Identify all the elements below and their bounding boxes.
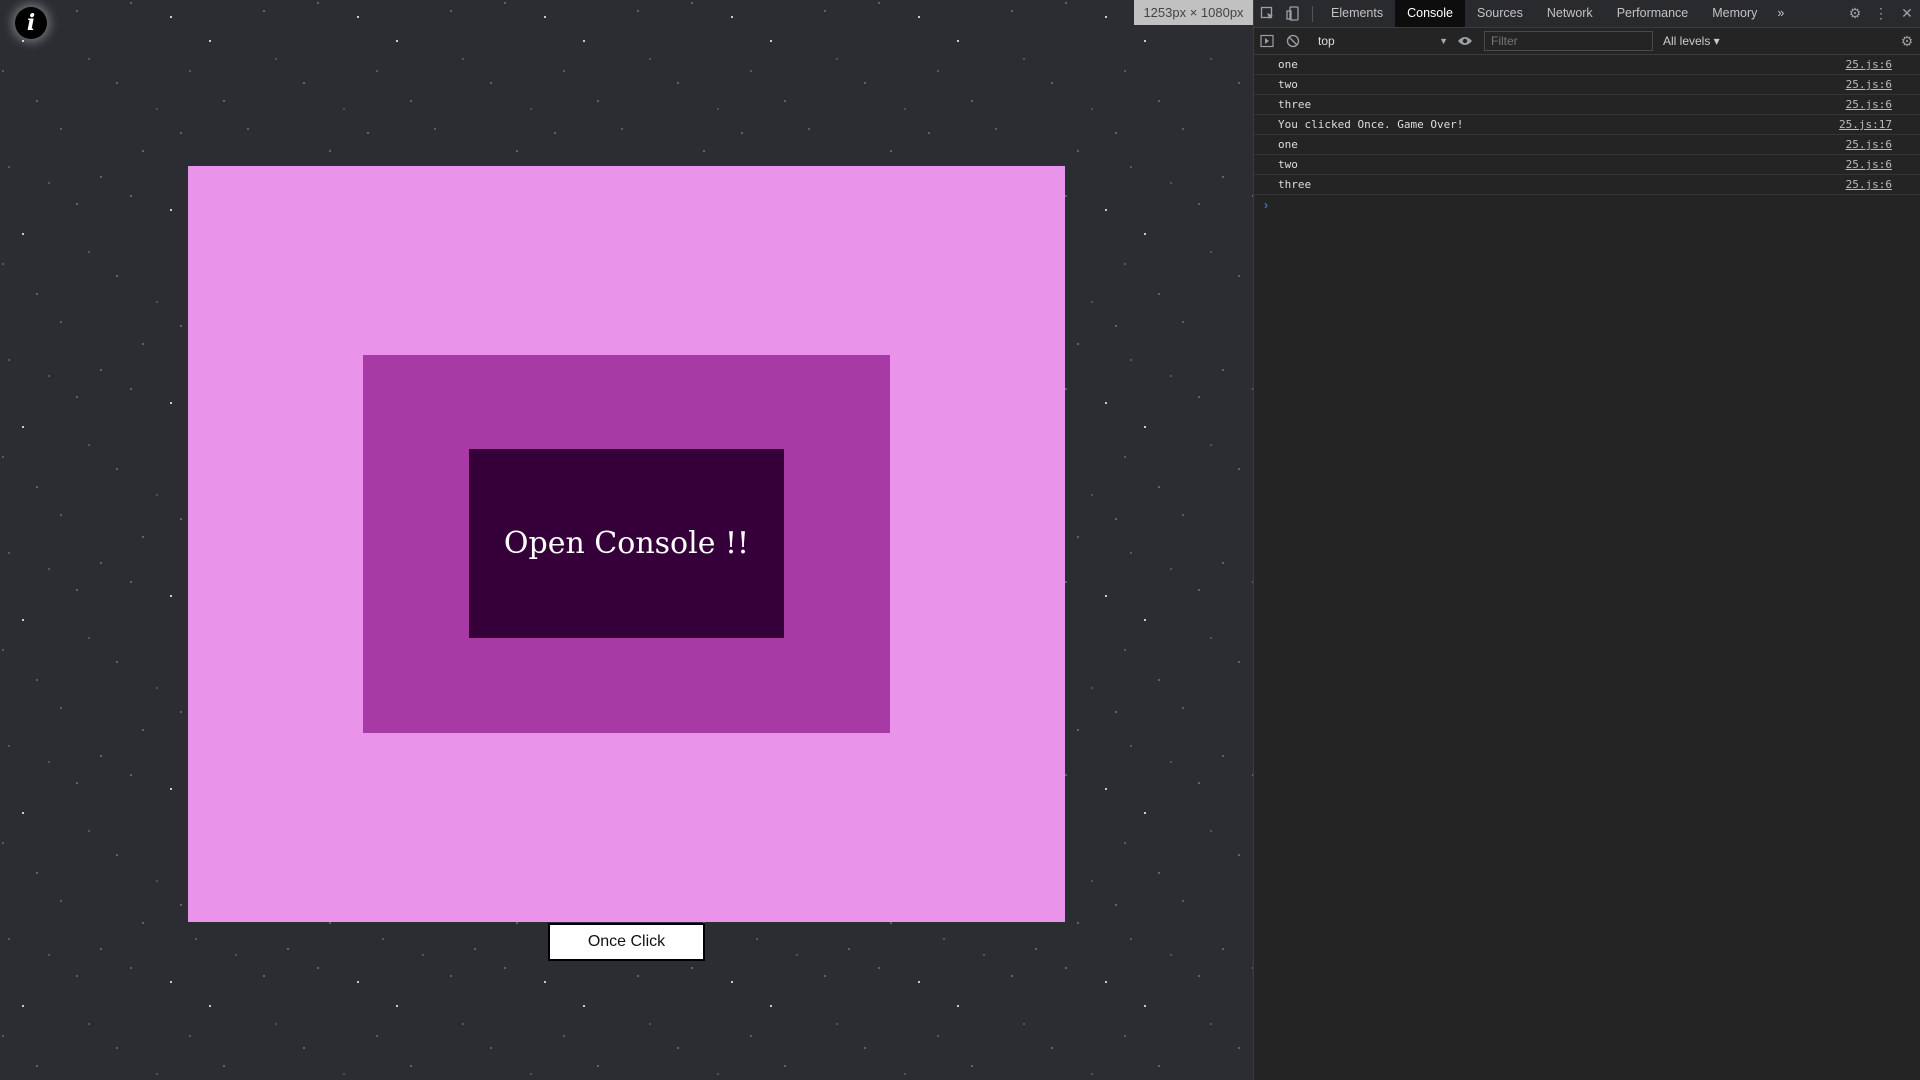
settings-gear-icon[interactable]: ⚙	[1842, 1, 1868, 27]
inspect-element-icon[interactable]	[1254, 1, 1280, 27]
toolbar-divider	[1312, 5, 1313, 22]
viewport-size-badge: 1253px × 1080px	[1134, 0, 1253, 25]
console-message-text: one	[1278, 58, 1298, 71]
console-source-link[interactable]: 25.js:6	[1846, 58, 1892, 71]
kebab-menu-icon[interactable]: ⋮	[1868, 1, 1894, 27]
tab-sources[interactable]: Sources	[1465, 0, 1535, 27]
console-message-text: You clicked Once. Game Over!	[1278, 118, 1464, 131]
page-heading: Open Console !!	[503, 526, 750, 561]
device-toolbar-icon[interactable]	[1280, 1, 1306, 27]
console-message: one 25.js:6	[1254, 135, 1920, 155]
console-message-text: two	[1278, 158, 1298, 171]
tab-performance[interactable]: Performance	[1605, 0, 1701, 27]
console-message: three 25.js:6	[1254, 95, 1920, 115]
filter-input[interactable]	[1484, 31, 1653, 51]
console-messages: one 25.js:6 two 25.js:6 three 25.js:6 You clic…	[1254, 55, 1920, 195]
console-message-text: three	[1278, 178, 1312, 191]
tab-memory[interactable]: Memory	[1700, 0, 1769, 27]
outer-box: Open Console !!	[188, 166, 1065, 922]
devtools-toolbar: Elements Console Sources Network Performance…	[1254, 0, 1920, 28]
console-source-link[interactable]: 25.js:6	[1846, 98, 1892, 111]
prompt-chevron-icon: ›	[1264, 198, 1268, 212]
console-message: one 25.js:6	[1254, 55, 1920, 75]
console-message: three 25.js:6	[1254, 175, 1920, 195]
console-message-text: two	[1278, 78, 1298, 91]
middle-box: Open Console !!	[363, 355, 890, 733]
devtools-actions: ⚙ ⋮ ✕	[1842, 1, 1920, 27]
live-expression-eye-icon[interactable]	[1452, 28, 1478, 54]
console-source-link[interactable]: 25.js:6	[1846, 178, 1892, 191]
console-source-link[interactable]: 25.js:17	[1839, 118, 1892, 131]
log-levels-dropdown[interactable]: All levels ▾	[1663, 34, 1720, 48]
console-message-text: one	[1278, 138, 1298, 151]
clear-console-icon[interactable]	[1280, 28, 1306, 54]
console-prompt[interactable]: ›	[1254, 195, 1920, 215]
console-toolbar: top ▼ All levels ▾ ⚙	[1254, 28, 1920, 55]
context-select[interactable]: top ▼	[1314, 31, 1452, 51]
console-message: two 25.js:6	[1254, 155, 1920, 175]
context-value: top	[1318, 34, 1335, 48]
console-message: two 25.js:6	[1254, 75, 1920, 95]
console-source-link[interactable]: 25.js:6	[1846, 78, 1892, 91]
console-source-link[interactable]: 25.js:6	[1846, 138, 1892, 151]
devtools-tabs: Elements Console Sources Network Performance…	[1319, 0, 1769, 27]
console-settings-gear-icon[interactable]: ⚙	[1894, 28, 1920, 54]
console-message: You clicked Once. Game Over! 25.js:17	[1254, 115, 1920, 135]
tab-console[interactable]: Console	[1395, 0, 1465, 27]
more-tabs-icon[interactable]: »	[1769, 0, 1792, 27]
close-icon[interactable]: ✕	[1894, 1, 1920, 27]
sidebar-toggle-icon[interactable]	[1254, 28, 1280, 54]
page-viewport: i 1253px × 1080px Open Console !! Once C…	[0, 0, 1253, 1080]
info-icon[interactable]: i	[15, 7, 47, 39]
tab-elements[interactable]: Elements	[1319, 0, 1395, 27]
tab-network[interactable]: Network	[1535, 0, 1605, 27]
console-source-link[interactable]: 25.js:6	[1846, 158, 1892, 171]
console-message-text: three	[1278, 98, 1312, 111]
devtools-panel: Elements Console Sources Network Performance…	[1253, 0, 1920, 1080]
chevron-down-icon: ▼	[1439, 36, 1448, 46]
once-click-button[interactable]: Once Click	[548, 923, 705, 961]
inner-box: Open Console !!	[469, 449, 784, 638]
